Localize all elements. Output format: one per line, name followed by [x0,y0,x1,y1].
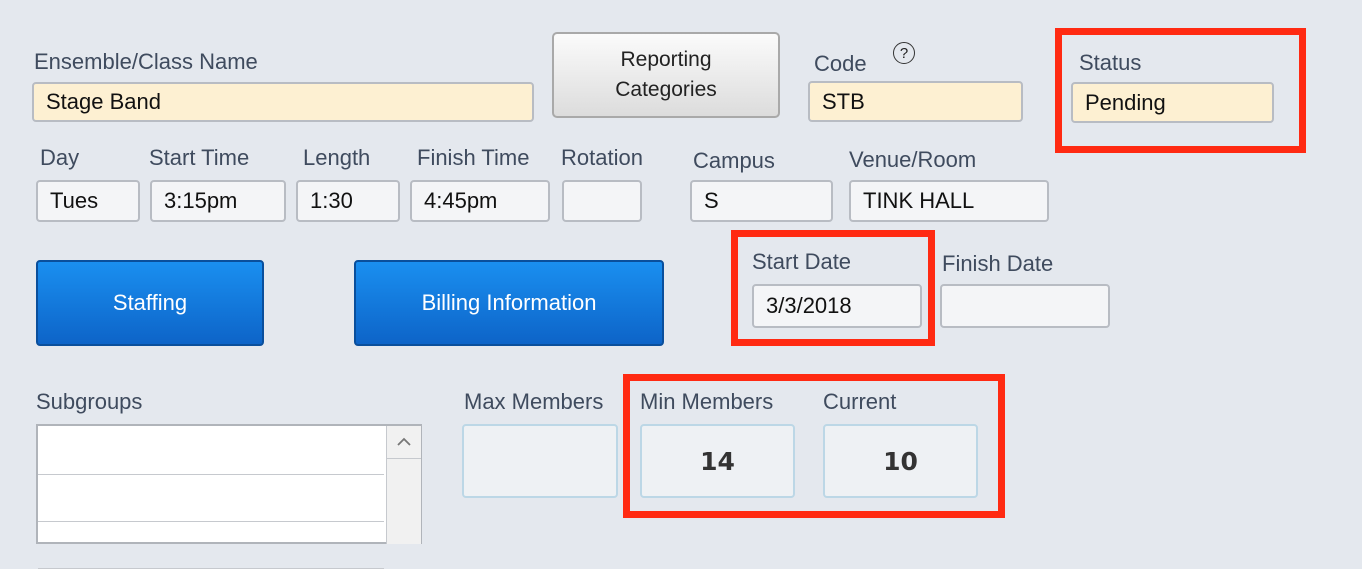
staffing-button[interactable]: Staffing [36,260,264,346]
help-circle-icon[interactable]: ? [893,42,915,64]
current-members-label: Current [823,389,897,414]
min-members-field[interactable]: 14 [640,424,795,498]
ensemble-name-field[interactable]: Stage Band [32,82,534,122]
min-members-label: Min Members [640,389,774,414]
finish-date-label: Finish Date [942,251,1054,276]
day-label: Day [40,145,80,170]
campus-label: Campus [693,148,775,173]
code-field[interactable]: STB [808,81,1023,122]
rotation-label: Rotation [561,145,643,170]
billing-information-button[interactable]: Billing Information [354,260,664,346]
list-item[interactable] [38,426,384,475]
reporting-categories-line1: Reporting [620,48,712,71]
max-members-label: Max Members [464,389,604,414]
start-time-label: Start Time [149,145,250,170]
subgroups-list[interactable] [36,424,422,569]
status-label: Status [1079,50,1142,75]
rotation-field[interactable] [562,180,642,222]
list-item[interactable] [38,522,384,569]
reporting-categories-button[interactable]: Reporting Categories [552,32,780,118]
length-field[interactable]: 1:30 [296,180,400,222]
reporting-categories-line2: Categories [615,78,717,101]
venue-room-label: Venue/Room [849,147,977,172]
start-date-field[interactable]: 3/3/2018 [752,284,922,328]
length-label: Length [303,145,371,170]
start-time-field[interactable]: 3:15pm [150,180,286,222]
current-members-field: 10 [823,424,978,498]
status-field[interactable]: Pending [1071,82,1274,123]
finish-date-field[interactable] [940,284,1110,328]
list-scrollbar[interactable] [386,426,421,544]
campus-field[interactable]: S [690,180,833,222]
venue-room-field[interactable]: TINK HALL [849,180,1049,222]
subgroups-label: Subgroups [36,389,143,414]
ensemble-name-label: Ensemble/Class Name [34,49,258,74]
day-field[interactable]: Tues [36,180,140,222]
start-date-label: Start Date [752,249,852,274]
list-item[interactable] [38,475,384,522]
finish-time-field[interactable]: 4:45pm [410,180,550,222]
chevron-up-icon[interactable] [387,426,421,459]
code-label: Code [814,51,867,76]
max-members-field[interactable] [462,424,618,498]
finish-time-label: Finish Time [417,145,530,170]
help-symbol: ? [899,44,909,62]
